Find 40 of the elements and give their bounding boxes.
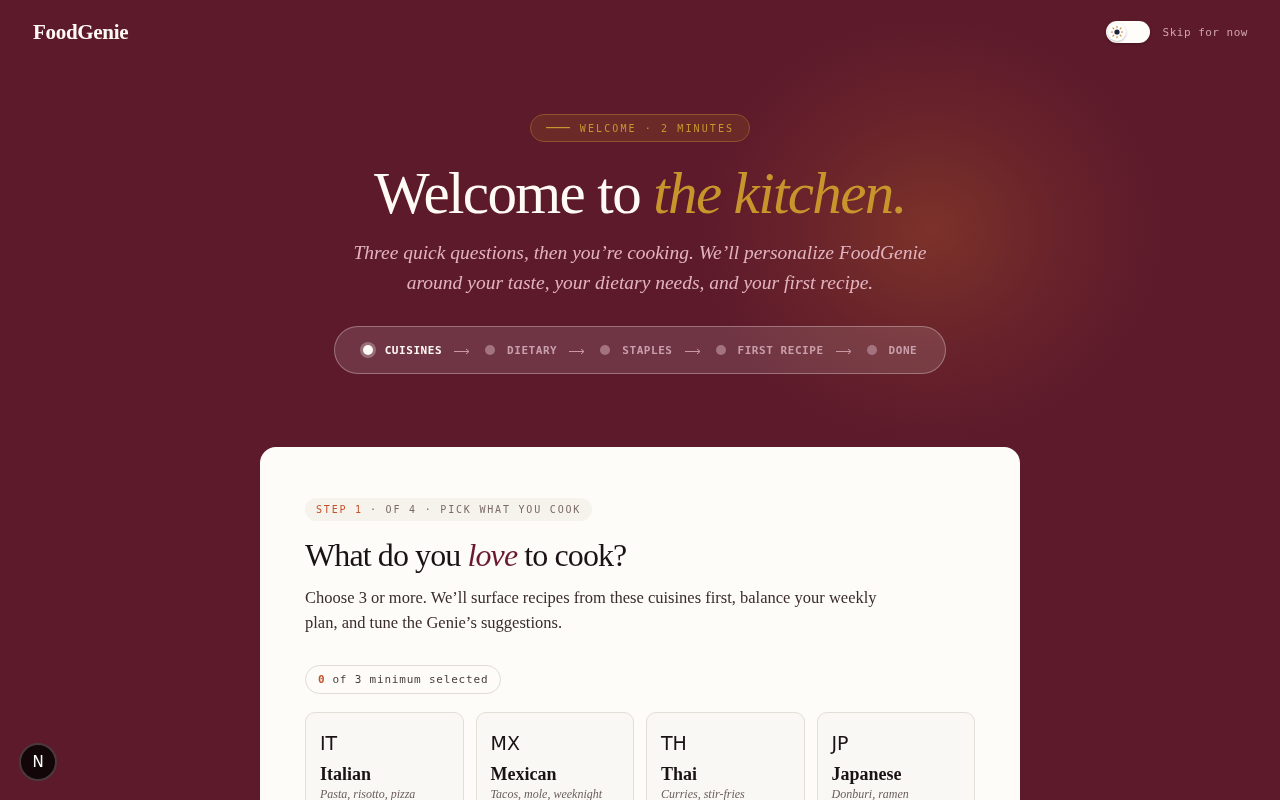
step-number: STEP 1 <box>316 504 363 515</box>
step-label: FIRST RECIPE <box>737 343 824 357</box>
cuisine-name: Japanese <box>831 763 902 785</box>
hero-subtitle: Three quick questions, then you’re cooking. We’ll personalize FoodGenie around your taste, your dietary needs, and your first recipe. <box>352 241 928 295</box>
dev-tools-button[interactable]: N <box>19 743 57 781</box>
cuisine-description: Curries, stir-fries <box>661 787 745 800</box>
step-label: DIETARY <box>507 343 558 357</box>
cuisine-name: Italian <box>320 763 371 785</box>
cuisine-code: MX <box>490 731 520 755</box>
cuisine-code: IT <box>320 731 338 755</box>
cuisine-name: Thai <box>661 763 698 785</box>
step-label: STAPLES <box>622 343 673 357</box>
counter-text: of 3 minimum selected <box>332 673 489 686</box>
arrow-icon <box>835 347 852 355</box>
step-tag-text: · OF 4 · PICK WHAT YOU COOK <box>369 504 582 515</box>
cuisine-card[interactable]: IT Italian Pasta, risotto, pizza <box>305 712 464 800</box>
question-description: Choose 3 or more. We’ll surface recipes from these cuisines first, balance your weekly plan, and tune the Genie’s suggestions. <box>305 587 878 634</box>
sun-icon <box>1107 23 1126 41</box>
line-icon <box>545 127 570 129</box>
cuisine-description: Donburi, ramen <box>831 787 909 800</box>
step-label: DONE <box>888 343 918 357</box>
skip-link[interactable]: Skip for now <box>1162 25 1248 39</box>
cuisine-card[interactable]: MX Mexican Tacos, mole, weeknight <box>475 712 634 800</box>
selected-count: 0 <box>318 673 326 686</box>
cuisine-description: Tacos, mole, weeknight <box>490 787 603 800</box>
cuisine-description: Pasta, risotto, pizza <box>320 787 416 800</box>
theme-toggle[interactable] <box>1105 21 1150 43</box>
cuisine-card[interactable]: TH Thai Curries, stir-fries <box>646 712 805 800</box>
hero-title: Welcome to the kitchen. <box>374 162 906 224</box>
question-heading: What do you love to cook? <box>305 536 627 575</box>
cuisine-code: JP <box>831 731 849 755</box>
arrow-icon <box>569 347 586 355</box>
cuisine-name: Mexican <box>490 763 557 785</box>
arrow-icon <box>684 347 701 355</box>
cuisine-code: TH <box>661 731 687 755</box>
logo: FoodGenie <box>33 19 129 45</box>
cuisine-card[interactable]: JP Japanese Donburi, ramen <box>816 712 975 800</box>
step-label: CUISINES <box>384 343 443 357</box>
badge-text: WELCOME · 2 MINUTES <box>579 122 735 134</box>
arrow-icon <box>454 347 471 355</box>
